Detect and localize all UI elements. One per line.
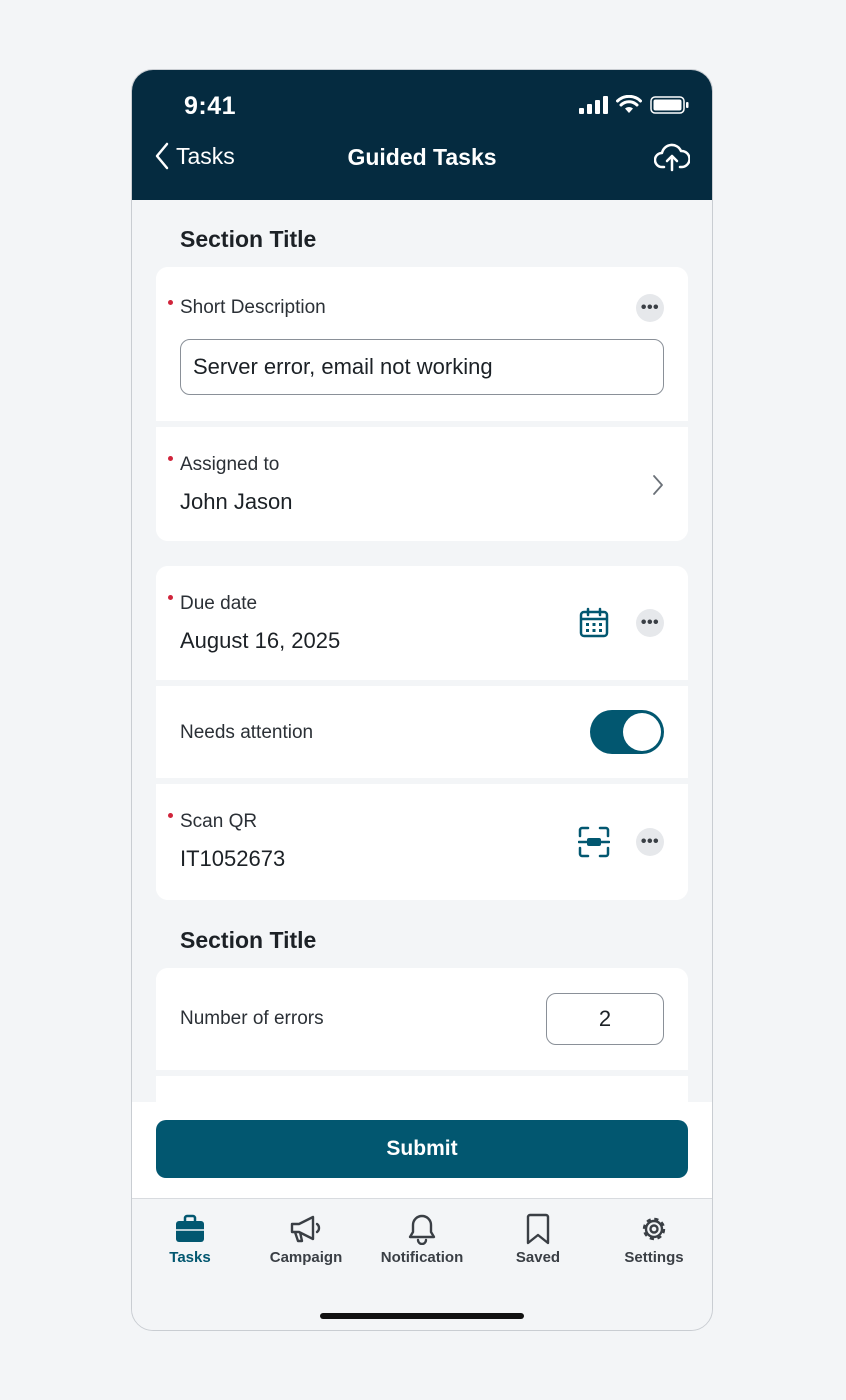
signal-icon [579,96,608,114]
card-schedule: Due date August 16, 2025 ••• Needs atten… [156,566,688,900]
gear-icon [642,1217,666,1241]
number-of-errors-input[interactable] [546,993,664,1045]
needs-attention-row: Needs attention [156,686,688,778]
card-details: Short Description ••• Assigned to John J… [156,267,688,541]
toggle-knob [623,713,661,751]
more-options-button[interactable]: ••• [636,828,664,856]
due-date-label: Due date [180,593,258,614]
more-icon: ••• [640,614,660,631]
section-title: Section Title [180,927,317,953]
tab-label: Settings [624,1249,684,1266]
briefcase-icon [176,1214,204,1242]
card-errors: Number of errors [156,968,688,1102]
number-of-errors-row: Number of errors [156,968,688,1070]
more-icon: ••• [640,299,660,316]
submit-button[interactable]: Submit [156,1120,688,1178]
tab-campaign[interactable]: Campaign [248,1213,364,1266]
section-title: Section Title [180,226,317,252]
megaphone-icon [290,1215,321,1243]
short-description-label: Short Description [180,297,326,318]
required-indicator [168,595,173,600]
tab-tasks[interactable]: Tasks [132,1213,248,1266]
page-title: Guided Tasks [347,144,497,170]
cloud-upload-button[interactable] [653,142,691,177]
chevron-right-icon [653,475,663,495]
phone-frame: 9:41 Tasks Guided Tasks Section Title Sh… [131,69,713,1331]
next-field-row [156,1076,688,1102]
tab-bar: Tasks Campaign Notification Saved Settin… [132,1198,712,1330]
number-of-errors-label: Number of errors [180,1008,324,1029]
bookmark-icon [526,1213,550,1245]
more-options-button[interactable]: ••• [636,294,664,322]
home-indicator [320,1313,524,1319]
scan-qr-label: Scan QR [180,811,258,832]
tab-saved[interactable]: Saved [480,1213,596,1266]
needs-attention-toggle[interactable] [590,710,664,754]
tab-notification[interactable]: Notification [364,1213,480,1266]
required-indicator [168,300,173,305]
more-options-button[interactable]: ••• [636,609,664,637]
form-footer: Submit [132,1102,712,1198]
cloud-upload-icon [653,143,691,172]
tab-label: Tasks [169,1249,211,1266]
short-description-input[interactable] [180,339,664,395]
status-icons [578,95,690,115]
app-header: 9:41 Tasks Guided Tasks [132,70,712,200]
required-indicator [168,456,173,461]
tab-label: Saved [515,1249,561,1266]
scan-qr-value: IT1052673 [180,846,286,871]
due-date-row: Due date August 16, 2025 ••• [156,566,688,680]
tab-settings[interactable]: Settings [596,1213,712,1266]
assigned-to-row[interactable]: Assigned to John Jason [156,427,688,541]
calendar-icon[interactable] [578,607,610,639]
more-icon: ••• [640,833,660,850]
due-date-value: August 16, 2025 [180,628,341,653]
scan-qr-row: Scan QR IT1052673 ••• [156,784,688,900]
assigned-to-label: Assigned to [180,454,280,475]
required-indicator [168,813,173,818]
tab-label: Notification [380,1249,464,1266]
wifi-icon [616,95,642,113]
qr-scan-icon[interactable] [578,826,610,858]
form-content: Section Title Short Description ••• Assi… [132,200,712,1102]
tab-label: Campaign [269,1249,343,1266]
bell-icon [408,1214,436,1245]
battery-icon [650,96,689,114]
assigned-to-value: John Jason [180,489,293,514]
needs-attention-label: Needs attention [180,722,314,743]
status-time: 9:41 [184,92,237,120]
short-description-row: Short Description ••• [156,267,688,421]
